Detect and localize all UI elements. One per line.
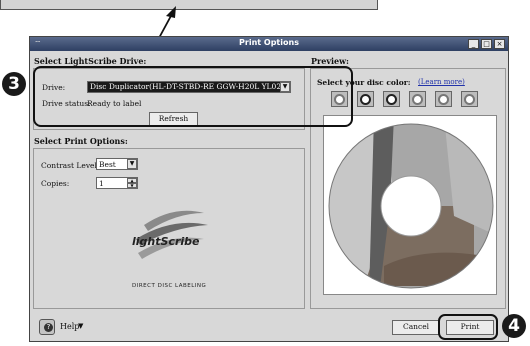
disc-icon [412, 94, 423, 105]
print-options-panel: Contrast Level: Best ▼ Copies: 1 ▲ ▼ lig… [33, 148, 305, 309]
help-dropdown-icon[interactable]: ▼ [78, 322, 83, 330]
contrast-select[interactable]: Best ▼ [96, 158, 138, 170]
cancel-button[interactable]: Cancel [392, 320, 440, 335]
disc-color-swatches [331, 91, 493, 109]
chevron-down-icon[interactable]: ▼ [127, 159, 137, 169]
drive-section-heading: Select LightScribe Drive: [34, 56, 147, 66]
step-3-callout: 3 [2, 72, 26, 96]
minimize-button[interactable]: _ [468, 39, 479, 49]
disc-color-swatch-black[interactable] [357, 91, 374, 107]
disc-icon [464, 94, 475, 105]
lightscribe-brand-text: lightScribe [132, 235, 200, 248]
preview-heading: Preview: [311, 56, 349, 66]
contrast-label: Contrast Level: [41, 161, 100, 170]
copies-stepper[interactable]: 1 ▲ ▼ [96, 177, 138, 189]
disc-icon [360, 94, 371, 105]
copies-label: Copies: [41, 179, 70, 188]
maximize-button[interactable]: □ [481, 39, 492, 49]
disc-preview-image [328, 123, 494, 289]
disc-color-swatch-gray[interactable] [409, 91, 426, 107]
close-button[interactable]: × [494, 39, 505, 49]
lightscribe-logo-icon [136, 210, 208, 259]
print-highlight-box [438, 314, 498, 340]
step-4-callout: 4 [502, 314, 526, 338]
drive-highlight-box [33, 66, 353, 127]
disc-preview-area [323, 115, 497, 295]
help-icon[interactable]: ? [39, 319, 55, 335]
disc-color-swatch-gray[interactable] [435, 91, 452, 107]
disc-icon [386, 94, 397, 105]
help-button[interactable]: Help [60, 322, 79, 331]
title-bar: ⌔ Print Options _ □ × [30, 37, 508, 51]
window-title: Print Options [239, 38, 299, 47]
decrement-icon[interactable]: ▼ [127, 183, 137, 188]
background-window-edge [0, 0, 378, 10]
copies-value: 1 [99, 179, 104, 188]
lightscribe-tagline: DIRECT DISC LABELING [132, 283, 207, 289]
disc-icon [438, 94, 449, 105]
learn-more-link[interactable]: (Learn more) [418, 78, 465, 86]
disc-color-swatch-black[interactable] [383, 91, 400, 107]
contrast-select-value: Best [99, 160, 116, 169]
print-options-heading: Select Print Options: [34, 136, 128, 146]
disc-color-swatch-gray[interactable] [461, 91, 478, 107]
